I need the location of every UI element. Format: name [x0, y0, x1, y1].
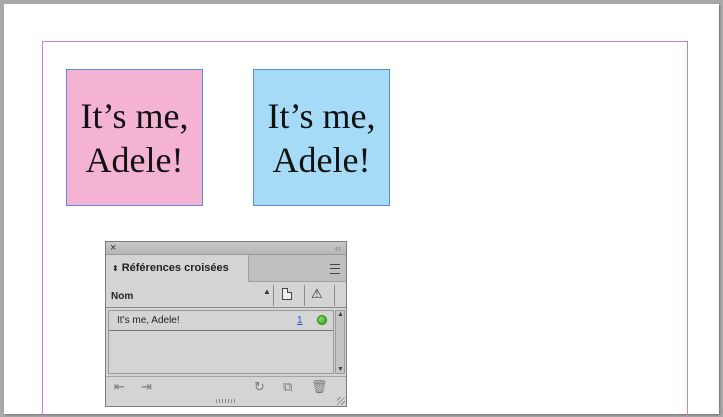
list-item-name: It’s me, Adele! — [117, 315, 180, 326]
trash-icon[interactable]: 🗑 — [311, 380, 328, 394]
tab-label: Références croisées — [121, 262, 229, 274]
column-divider — [304, 285, 305, 306]
column-header: Nom ▲ ⚠ — [106, 282, 346, 308]
page-number-link[interactable]: 1 — [297, 315, 303, 326]
text-frame-blue[interactable]: It’s me, Adele! — [253, 69, 390, 206]
close-icon[interactable]: × — [110, 242, 116, 254]
tab-cross-references[interactable]: ⬍ Références croisées — [106, 255, 249, 282]
update-icon[interactable]: ↻ — [254, 380, 265, 394]
panel-grip[interactable] — [216, 399, 236, 403]
column-divider — [273, 285, 274, 306]
status-ok-icon — [317, 315, 327, 325]
go-to-source-icon[interactable]: ⇤ — [114, 380, 125, 394]
panel-tabbar: ⬍ Références croisées — [106, 255, 346, 282]
panel-bottom-toolbar: ⇤ ⇥ ↻ ⧉ 🗑 — [106, 376, 346, 398]
warning-icon[interactable]: ⚠ — [311, 287, 323, 300]
list-item[interactable]: It’s me, Adele! 1 — [109, 311, 333, 331]
frame-text-line2: Adele! — [85, 139, 184, 180]
text-frame-pink[interactable]: It’s me, Adele! — [66, 69, 203, 206]
panel-menu-icon[interactable] — [330, 264, 340, 274]
collapse-icon[interactable]: ‹‹ — [335, 242, 341, 254]
cross-references-panel: × ‹‹ ⬍ Références croisées Nom ▲ ⚠ It’s m… — [105, 241, 347, 407]
tab-expand-icon: ⬍ — [112, 264, 119, 273]
cross-reference-list: It’s me, Adele! 1 — [108, 310, 334, 374]
panel-titlebar[interactable]: × ‹‹ — [106, 242, 346, 255]
page-icon[interactable] — [282, 288, 292, 300]
list-scrollbar[interactable]: ▲ ▼ — [335, 310, 345, 374]
new-cross-reference-icon[interactable]: ⧉ — [283, 380, 292, 394]
frame-text-line2: Adele! — [272, 139, 371, 180]
resize-handle[interactable] — [337, 397, 345, 405]
go-to-destination-icon[interactable]: ⇥ — [141, 380, 152, 394]
sort-ascending-icon[interactable]: ▲ — [263, 287, 271, 296]
scroll-up-icon[interactable]: ▲ — [337, 311, 344, 318]
frame-text-line1: It’s me, — [80, 95, 189, 136]
scroll-down-icon[interactable]: ▼ — [337, 366, 344, 373]
frame-text-line1: It’s me, — [267, 95, 376, 136]
column-divider — [334, 285, 335, 306]
column-name-header[interactable]: Nom — [111, 291, 133, 302]
